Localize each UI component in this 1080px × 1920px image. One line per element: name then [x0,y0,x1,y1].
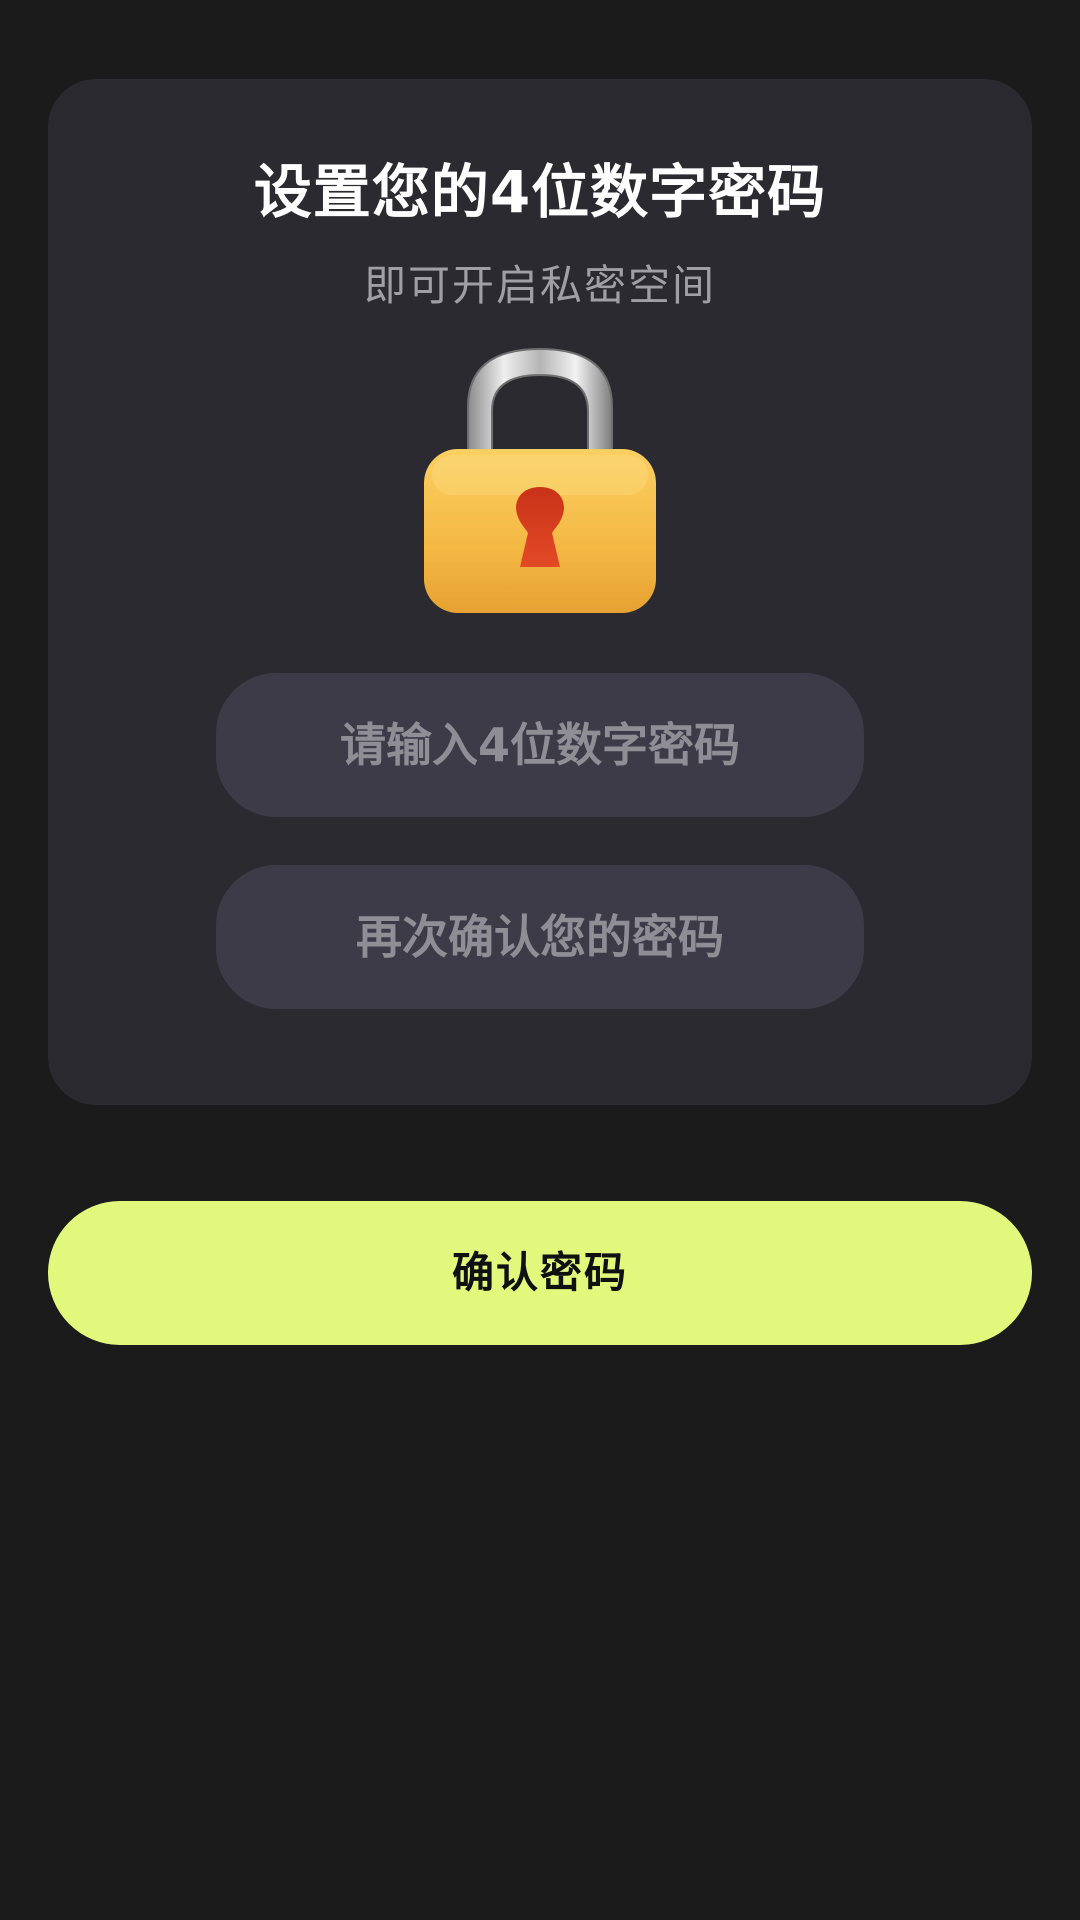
confirm-password-input[interactable] [216,865,864,1009]
padlock-icon [424,347,656,613]
confirm-password-button[interactable]: 确认密码 [48,1201,1032,1345]
page-title: 设置您的4位数字密码 [253,158,827,226]
page-subtitle: 即可开启私密空间 [363,261,716,310]
password-input[interactable] [216,673,864,817]
